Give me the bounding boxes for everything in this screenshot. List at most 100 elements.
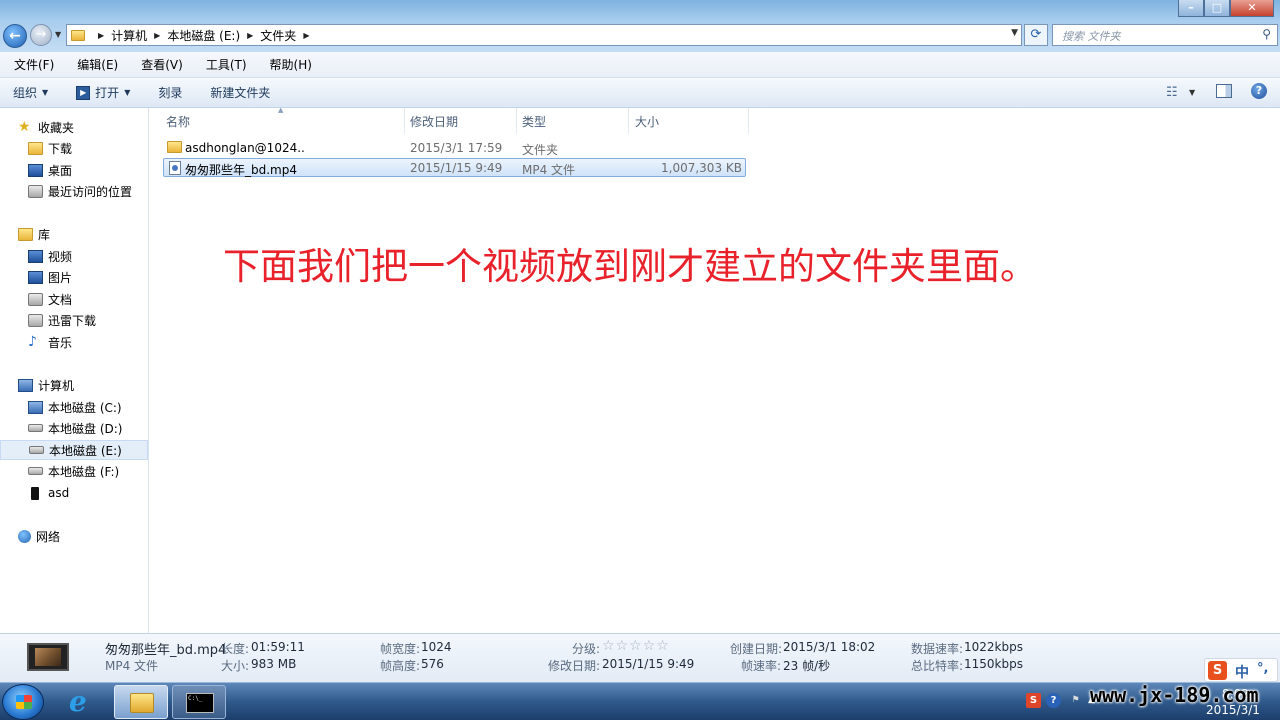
value-datarate[interactable]: 1022kbps [964,640,1023,654]
chevron-right-icon[interactable]: ▶ [247,31,253,40]
taskbar-internet-explorer[interactable]: e [56,685,110,719]
nav-item-asd[interactable]: asd [0,483,148,503]
value-bitrate[interactable]: 1150kbps [964,657,1023,671]
address-bar[interactable]: ▶ 计算机 ▶ 本地磁盘 (E:) ▶ 文件夹 ▶ ▼ [66,24,1022,46]
navigation-pane: ★ 收藏夹 下载 桌面 最近访问的位置 库 视频 图片 文档 迅雷下载 ♪ 音乐… [0,108,149,633]
nav-item-documents[interactable]: 文档 [0,289,148,309]
breadcrumb-computer[interactable]: 计算机 [111,27,147,44]
back-button[interactable]: ← [3,24,27,48]
burn-button[interactable]: 刻录 [158,84,182,101]
file-row-folder[interactable]: asdhonglan@1024.. 2015/3/1 17:59 文件夹 [163,139,746,158]
address-dropdown-icon[interactable]: ▼ [1011,28,1018,38]
open-icon: ▶ [76,85,91,100]
caret-down-icon: ▼ [124,88,131,97]
nav-label: 迅雷下载 [48,313,97,328]
file-name: asdhonglan@1024.. [185,141,305,155]
nav-item-pictures[interactable]: 图片 [0,267,148,287]
recent-pages-dropdown[interactable]: ▼ [55,30,61,39]
value-modified[interactable]: 2015/1/15 9:49 [602,657,694,671]
chevron-right-icon[interactable]: ▶ [154,31,160,40]
ime-mode-toggle[interactable]: 中 [1235,662,1249,682]
column-divider[interactable] [748,108,749,134]
breadcrumb-folder[interactable]: 文件夹 [260,27,296,44]
taskbar-command-prompt[interactable]: C:\_ [172,685,226,719]
nav-item-xunlei-downloads[interactable]: 迅雷下载 [0,310,148,330]
new-folder-button[interactable]: 新建文件夹 [210,84,270,101]
chevron-right-icon[interactable]: ▶ [98,31,104,40]
column-header-size[interactable]: 大小 [635,113,659,130]
rating-stars-icon[interactable]: ☆☆☆☆☆ [602,638,670,654]
search-input[interactable]: 搜索 文件夹 ⚲ [1052,24,1278,46]
action-center-icon[interactable]: ⚑ [1068,693,1083,708]
column-header-date[interactable]: 修改日期 [410,113,458,130]
breadcrumb-drive-e[interactable]: 本地磁盘 (E:) [167,27,240,44]
video-library-icon [28,249,43,263]
search-icon[interactable]: ⚲ [1262,27,1271,41]
window-controls: – □ ✕ [1178,0,1274,17]
value-frame-height[interactable]: 576 [421,657,444,671]
chevron-right-icon[interactable]: ▶ [303,31,309,40]
column-header-name[interactable]: 名称 [166,113,190,130]
file-name: 匆匆那些年_bd.mp4 [185,163,297,177]
column-divider[interactable] [404,108,405,134]
file-type: MP4 文件 [522,163,576,177]
command-bar: 组织 ▼ ▶ 打开 ▼ 刻录 新建文件夹 [0,78,1280,108]
view-options-icon[interactable]: ☷ [1166,85,1178,100]
taskbar-file-explorer[interactable] [114,685,168,719]
nav-item-videos[interactable]: 视频 [0,246,148,266]
help-tray-icon[interactable]: ? [1046,693,1061,708]
ime-punctuation-toggle[interactable]: °, [1257,661,1268,676]
nav-item-drive-c[interactable]: 本地磁盘 (C:) [0,397,148,417]
document-library-icon [28,292,43,306]
nav-item-drive-d[interactable]: 本地磁盘 (D:) [0,418,148,438]
sogou-tray-icon[interactable]: S [1026,693,1041,708]
file-row-video[interactable]: 匆匆那些年_bd.mp4 2015/1/15 9:49 MP4 文件 1,007… [163,158,746,177]
caret-down-icon[interactable]: ▼ [1189,88,1195,97]
menu-view[interactable]: 查看(V) [137,56,187,73]
start-button[interactable] [2,684,44,720]
column-header-type[interactable]: 类型 [522,113,546,130]
value-frame-width[interactable]: 1024 [421,640,452,654]
label-length: 长度: [221,642,250,656]
maximize-button[interactable]: □ [1204,0,1230,17]
nav-item-drive-f[interactable]: 本地磁盘 (F:) [0,461,148,481]
forward-button[interactable]: → [30,24,52,46]
menu-help[interactable]: 帮助(H) [266,56,316,73]
label-frame-height: 帧高度: [380,659,421,673]
arrow-left-icon: ← [9,28,21,44]
column-divider[interactable] [516,108,517,134]
downloads-folder-icon [28,141,43,155]
menu-edit[interactable]: 编辑(E) [73,56,122,73]
file-explorer-icon [130,693,154,713]
nav-item-downloads[interactable]: 下载 [0,138,148,158]
refresh-button[interactable]: ⟳ [1024,24,1048,46]
close-button[interactable]: ✕ [1230,0,1274,17]
picture-library-icon [28,270,43,284]
nav-label: 网络 [36,529,61,544]
nav-computer[interactable]: 计算机 [0,375,148,395]
nav-item-drive-e[interactable]: 本地磁盘 (E:) [0,440,148,460]
column-divider[interactable] [628,108,629,134]
minimize-button[interactable]: – [1178,0,1204,17]
file-date: 2015/3/1 17:59 [410,141,503,155]
nav-item-desktop[interactable]: 桌面 [0,160,148,180]
drive-icon [28,424,43,432]
phone-device-icon [31,486,39,500]
open-button[interactable]: ▶ 打开 ▼ [76,84,130,101]
organize-button[interactable]: 组织 ▼ [13,84,48,101]
value-created[interactable]: 2015/3/1 18:02 [783,640,875,654]
menu-file[interactable]: 文件(F) [10,56,58,73]
help-icon[interactable]: ? [1251,83,1267,99]
menu-tools[interactable]: 工具(T) [202,56,251,73]
nav-favorites[interactable]: ★ 收藏夹 [0,117,148,137]
value-length[interactable]: 01:59:11 [251,640,305,654]
nav-label: 本地磁盘 (F:) [48,464,120,479]
nav-network[interactable]: 网络 [0,526,148,546]
preview-pane-icon[interactable] [1216,84,1232,98]
ime-toolbar[interactable]: S 中 °, [1204,658,1278,682]
nav-libraries[interactable]: 库 [0,224,148,244]
sogou-ime-icon[interactable]: S [1208,661,1227,680]
value-framerate[interactable]: 23 帧/秒 [783,657,830,674]
nav-item-recent-places[interactable]: 最近访问的位置 [0,181,148,201]
nav-item-music[interactable]: ♪ 音乐 [0,332,148,352]
